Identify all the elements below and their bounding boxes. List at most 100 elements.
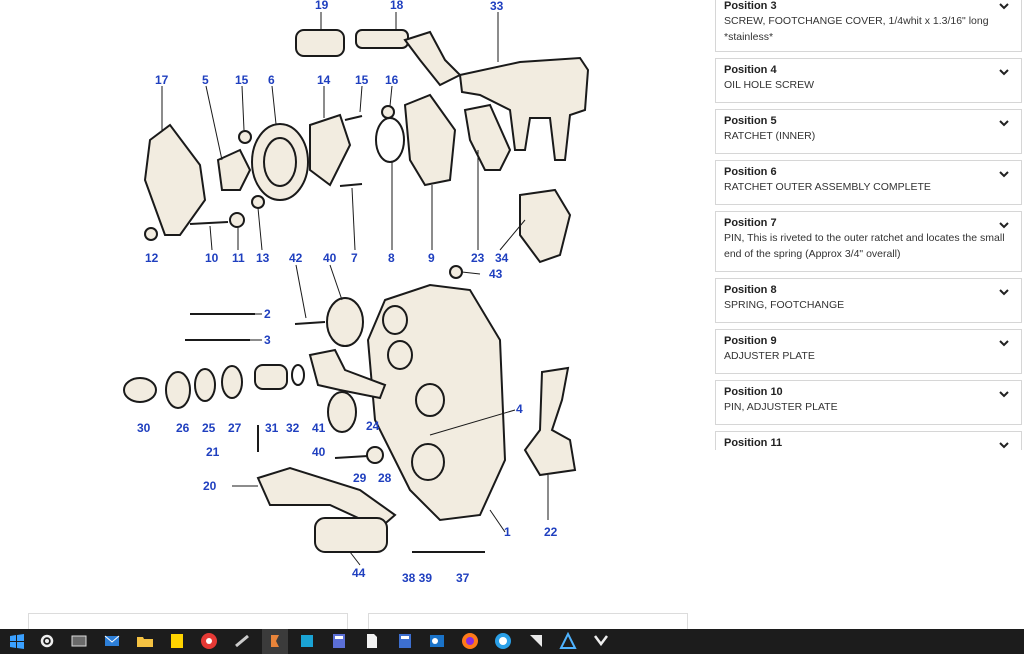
callout-41: 41 (312, 421, 326, 435)
chevron-down-icon[interactable] (997, 285, 1011, 299)
position-title: Position 3 (724, 0, 777, 12)
position-description: RATCHET OUTER ASSEMBLY COMPLETE (724, 181, 931, 193)
position-title: Position 5 (724, 115, 777, 127)
position-title: Position 9 (724, 335, 777, 347)
callout-3: 3 (264, 333, 271, 347)
callout-25: 25 (202, 421, 216, 435)
position-card-9[interactable]: Position 9 ADJUSTER PLATE (715, 329, 1022, 374)
callout-17: 17 (155, 73, 169, 87)
callout-9: 9 (428, 251, 435, 265)
mail-icon[interactable] (103, 632, 121, 650)
callout-22: 22 (544, 525, 558, 539)
app-active-icon[interactable] (262, 629, 288, 654)
position-card-4[interactable]: Position 4 OIL HOLE SCREW (715, 58, 1022, 103)
edge-icon[interactable] (494, 632, 512, 650)
position-card-8[interactable]: Position 8 SPRING, FOOTCHANGE (715, 278, 1022, 323)
taskbar (0, 629, 1024, 654)
sticky-notes-icon[interactable] (168, 632, 186, 650)
outlook-icon[interactable] (428, 632, 446, 650)
chevron-down-icon[interactable] (997, 387, 1011, 401)
calculator-icon[interactable] (396, 632, 414, 650)
callout-27: 27 (228, 421, 242, 435)
callout-6: 6 (268, 73, 275, 87)
chrome-icon[interactable] (200, 632, 218, 650)
callout-8: 8 (388, 251, 395, 265)
chevron-down-icon[interactable] (997, 438, 1011, 450)
chevron-down-icon[interactable] (997, 116, 1011, 130)
callout-11: 11 (232, 251, 245, 265)
position-title: Position 7 (724, 217, 777, 229)
position-description: PIN, This is riveted to the outer ratche… (724, 232, 1005, 260)
settings-icon[interactable] (38, 632, 56, 650)
document-icon[interactable] (363, 632, 381, 650)
chevron-down-icon[interactable] (997, 0, 1011, 13)
callout-1: 1 (504, 525, 511, 539)
position-description: SPRING, FOOTCHANGE (724, 299, 845, 311)
file-explorer-icon[interactable] (136, 632, 154, 650)
position-description: RATCHET (INNER) (724, 130, 816, 142)
callout-18: 18 (390, 0, 404, 12)
position-title: Position 10 (724, 386, 783, 398)
chevron-down-icon[interactable] (997, 65, 1011, 79)
callout-2: 2 (264, 307, 271, 321)
exploded-parts-diagram: 19 18 33 17 5 15 6 14 15 16 12 10 11 13 … (123, 0, 590, 585)
chevron-down-icon[interactable] (997, 218, 1011, 232)
callout-23: 23 (471, 251, 485, 265)
chevron-down-icon[interactable] (997, 336, 1011, 350)
task-view-icon[interactable] (70, 632, 88, 650)
callout-10: 10 (205, 251, 219, 265)
position-description: ADJUSTER PLATE (724, 350, 815, 362)
start-icon[interactable] (8, 632, 26, 650)
callout-30: 30 (137, 421, 151, 435)
position-title: Position 6 (724, 166, 777, 178)
callout-14: 14 (317, 73, 331, 87)
bottom-card (28, 613, 348, 630)
callout-26: 26 (176, 421, 190, 435)
app-icon[interactable] (592, 632, 610, 650)
callout-13: 13 (256, 251, 270, 265)
chevron-down-icon[interactable] (997, 167, 1011, 181)
position-card-6[interactable]: Position 6 RATCHET OUTER ASSEMBLY COMPLE… (715, 160, 1022, 205)
app-icon[interactable] (559, 631, 577, 650)
parts-list-panel: Position 3 SCREW, FOOTCHANGE COVER, 1/4w… (715, 0, 1024, 450)
position-title: Position 4 (724, 64, 777, 76)
position-description: OIL HOLE SCREW (724, 79, 815, 91)
callout-44: 44 (352, 566, 366, 580)
calculator-icon[interactable] (330, 632, 348, 650)
callout-7: 7 (351, 251, 358, 265)
callout-42: 42 (289, 251, 303, 265)
firefox-icon[interactable] (461, 632, 479, 650)
callout-32: 32 (286, 421, 300, 435)
callout-33: 33 (490, 0, 504, 13)
callout-21: 21 (206, 445, 220, 459)
callout-37: 37 (456, 571, 470, 585)
callout-19: 19 (315, 0, 329, 12)
callout-40: 40 (323, 251, 337, 265)
position-title: Position 8 (724, 284, 777, 296)
position-card-3[interactable]: Position 3 SCREW, FOOTCHANGE COVER, 1/4w… (715, 0, 1022, 52)
callout-28: 28 (378, 471, 392, 485)
callout-15b: 15 (355, 73, 369, 87)
callout-34: 34 (495, 251, 509, 265)
callout-24: 24 (366, 419, 380, 433)
app-icon[interactable] (527, 632, 545, 650)
callout-12: 12 (145, 251, 159, 265)
bottom-card (368, 613, 688, 630)
position-card-10[interactable]: Position 10 PIN, ADJUSTER PLATE (715, 380, 1022, 425)
callout-40b: 40 (312, 445, 326, 459)
position-card-7[interactable]: Position 7 PIN, This is riveted to the o… (715, 211, 1022, 272)
callout-31: 31 (265, 421, 279, 435)
callout-16: 16 (385, 73, 399, 87)
callout-38-39: 38 39 (402, 571, 432, 585)
callout-29: 29 (353, 471, 367, 485)
position-card-5[interactable]: Position 5 RATCHET (INNER) (715, 109, 1022, 154)
callout-15: 15 (235, 73, 249, 87)
app-icon[interactable] (233, 632, 251, 650)
callout-43: 43 (489, 267, 503, 281)
callout-4: 4 (516, 402, 523, 416)
app-icon[interactable] (298, 632, 316, 650)
position-title: Position 11 (724, 437, 783, 449)
position-card-11[interactable]: Position 11 (715, 431, 1022, 450)
callout-5: 5 (202, 73, 209, 87)
callout-20: 20 (203, 479, 217, 493)
